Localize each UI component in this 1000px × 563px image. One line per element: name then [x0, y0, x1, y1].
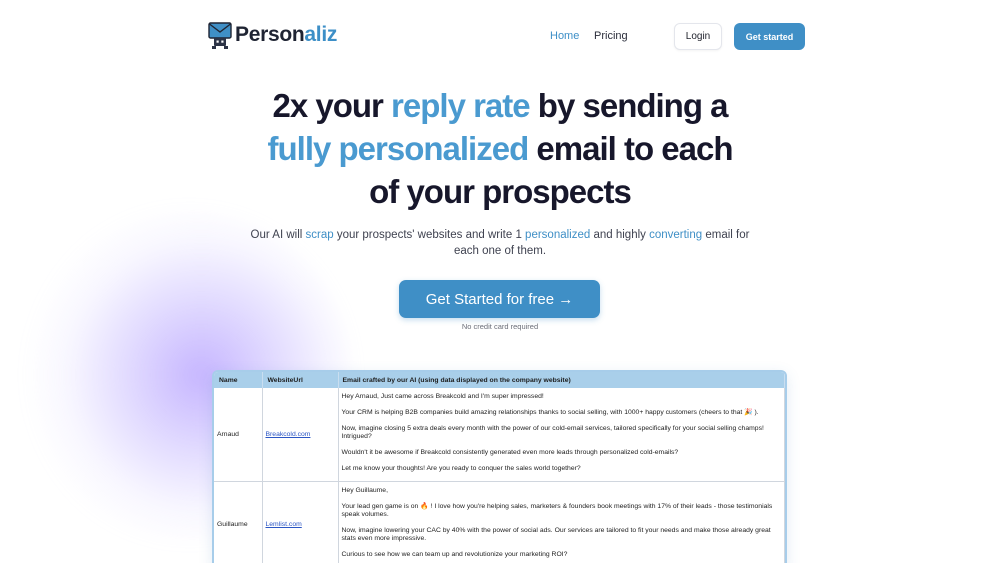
website-link[interactable]: Breakcold.com — [266, 431, 311, 438]
column-header-name: Name — [214, 372, 263, 388]
email-paragraph: Let me know your thoughts! Are you ready… — [341, 465, 581, 472]
brand-name: Personaliz — [235, 23, 338, 46]
email-paragraph: Wouldn't it be awesome if Breakcold cons… — [341, 449, 679, 456]
email-paragraph: Now, imagine closing 5 extra deals every… — [341, 425, 764, 440]
website-link[interactable]: Lemlist.com — [266, 521, 302, 528]
email-paragraph: Now, imagine lowering your CAC by 40% wi… — [341, 527, 771, 542]
table-row: Guillaume Lemlist.com Hey Guillaume, You… — [214, 481, 785, 563]
no-credit-card-note: No credit card required — [461, 322, 539, 331]
email-paragraph: Your CRM is helping B2B companies build … — [341, 409, 759, 416]
column-header-email: Email crafted by our AI (using data disp… — [338, 372, 785, 388]
cell-email: Hey Guillaume, Your lead gen game is on … — [338, 481, 785, 563]
get-started-free-button[interactable]: Get Started for free → — [399, 280, 600, 318]
cell-website: Lemlist.com — [262, 481, 339, 563]
email-paragraph: Curious to see how we can team up and re… — [341, 551, 568, 558]
login-button[interactable]: Login — [674, 23, 722, 50]
column-header-website: WebsiteUrl — [262, 372, 339, 388]
cell-email: Hey Arnaud, Just came across Breakcold a… — [338, 388, 785, 482]
top-nav: Personaliz Home Pricing Login Get starte… — [0, 0, 1000, 72]
hero-headline: 2x your reply rate by sending a fully pe… — [267, 87, 734, 210]
envelope-robot-icon — [208, 22, 232, 49]
email-paragraph: Hey Guillaume, — [341, 487, 388, 494]
nav-pricing-link[interactable]: Pricing — [594, 30, 628, 42]
example-emails-table: Name WebsiteUrl Email crafted by our AI … — [212, 370, 787, 563]
brand-logo[interactable]: Personaliz — [208, 21, 337, 49]
hero-headline-block: 2x your reply rate by sending a fully pe… — [200, 84, 800, 213]
email-paragraph: Your lead gen game is on 🔥 ! I love how … — [341, 503, 773, 518]
cell-name: Guillaume — [214, 481, 263, 563]
nav-home-link[interactable]: Home — [550, 30, 579, 42]
email-paragraph: Hey Arnaud, Just came across Breakcold a… — [341, 393, 544, 400]
table-header-row: Name WebsiteUrl Email crafted by our AI … — [214, 372, 785, 388]
hero-subtitle: Our AI will scrap your prospects' websit… — [250, 229, 750, 257]
cell-website: Breakcold.com — [262, 388, 339, 482]
get-started-button[interactable]: Get started — [734, 23, 805, 50]
cell-name: Arnaud — [214, 388, 263, 482]
table-row: Arnaud Breakcold.com Hey Arnaud, Just ca… — [214, 388, 785, 482]
